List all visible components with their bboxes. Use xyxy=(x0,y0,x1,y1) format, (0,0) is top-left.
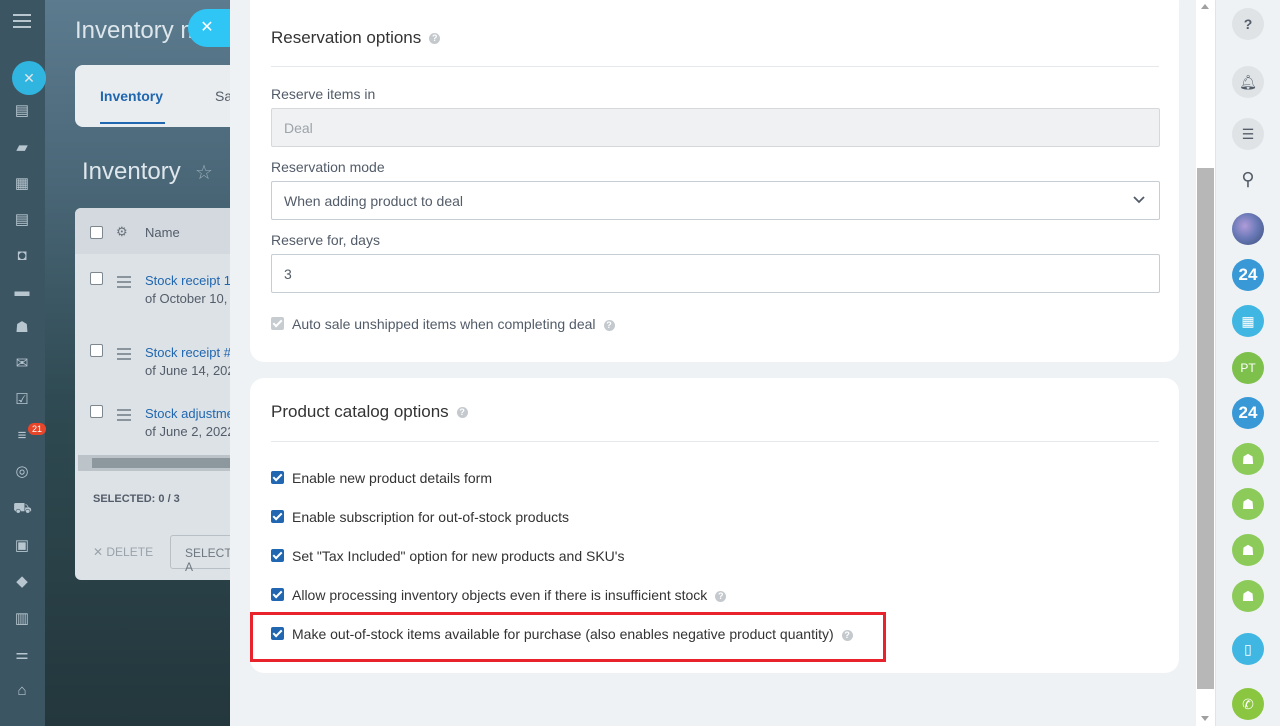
checkbox[interactable] xyxy=(271,549,284,562)
settings-icon[interactable]: ⚌ xyxy=(13,646,31,664)
row-checkbox[interactable] xyxy=(90,272,103,285)
group-chat-icon[interactable]: ☗ xyxy=(1232,443,1264,475)
document-icon[interactable]: ▤ xyxy=(13,211,31,229)
mail-icon[interactable]: ✉ xyxy=(13,355,31,373)
chat-icon[interactable]: ▰ xyxy=(13,139,31,157)
star-icon[interactable]: ☆ xyxy=(195,160,213,185)
robot-icon[interactable]: ◘ xyxy=(13,247,31,265)
reserve-days-input[interactable]: 3 xyxy=(271,254,1160,293)
row-title[interactable]: Stock receipt 1 xyxy=(145,273,231,288)
vertical-scrollbar[interactable] xyxy=(1196,0,1215,726)
bitrix24-chat-1[interactable]: 24 xyxy=(1232,259,1264,291)
reservation-mode-select[interactable]: When adding product to deal xyxy=(271,181,1160,220)
card-title: Product catalog options? xyxy=(271,402,468,422)
contacts-icon[interactable]: ☗ xyxy=(13,319,31,337)
card-title: Reservation options? xyxy=(271,28,441,48)
tab-inventory[interactable]: Inventory xyxy=(100,88,163,104)
help-icon[interactable]: ? xyxy=(429,33,441,45)
menu-icon[interactable] xyxy=(13,14,31,28)
cart-icon[interactable]: ⛟ xyxy=(13,500,32,518)
option-new-product-form[interactable]: Enable new product details form xyxy=(271,470,492,486)
schedule-icon[interactable]: ▦ xyxy=(13,175,31,193)
group-chat-icon[interactable]: ☗ xyxy=(1232,534,1264,566)
help-button[interactable]: ? xyxy=(1232,8,1264,40)
option-insufficient-stock[interactable]: Allow processing inventory objects even … xyxy=(271,587,727,603)
horizontal-scrollbar[interactable] xyxy=(78,455,235,471)
settings-panel: Reservation options? Reserve items in De… xyxy=(230,0,1215,726)
search-icon[interactable]: ⚲ xyxy=(1232,163,1264,195)
right-sidebar: ? 🔔︎ ☰ ⚲ 24 ▦ PT 24 ☗ ☗ ☗ ☗ ▯ ✆ xyxy=(1215,0,1280,726)
close-slider-button[interactable]: ✕ xyxy=(188,9,232,47)
row-date: of June 2, 2022 xyxy=(145,424,235,439)
chat-search-icon[interactable]: ☰ xyxy=(1232,118,1264,150)
row-title[interactable]: Stock receipt # xyxy=(145,345,231,360)
auto-sale-checkbox[interactable] xyxy=(271,317,284,330)
selected-counter: SELECTED: 0 / 3 xyxy=(93,493,180,505)
bell-icon[interactable]: 🔔︎ xyxy=(1232,66,1264,98)
scroll-thumb[interactable] xyxy=(1197,168,1214,689)
avatar[interactable] xyxy=(1232,213,1264,245)
counter-badge: 21 xyxy=(28,423,47,435)
row-date: of October 10, xyxy=(145,291,228,306)
row-checkbox[interactable] xyxy=(90,344,103,357)
id-card-icon[interactable]: ▣ xyxy=(13,537,31,555)
reservation-mode-label: Reservation mode xyxy=(271,159,385,175)
inventory-grid xyxy=(75,208,235,580)
apps-icon[interactable]: ▥ xyxy=(13,610,31,628)
page-title: Inventory xyxy=(82,158,181,185)
chevron-down-icon xyxy=(1133,196,1145,204)
calendar-chat-icon[interactable]: ▦ xyxy=(1232,305,1264,337)
reservation-options-card: Reservation options? Reserve items in De… xyxy=(250,0,1179,362)
highlight-box xyxy=(250,612,886,662)
checkbox[interactable] xyxy=(271,510,284,523)
scroll-up-icon[interactable] xyxy=(1201,4,1209,9)
group-chat-icon[interactable]: ☗ xyxy=(1232,580,1264,612)
tab-active-indicator xyxy=(100,122,165,124)
help-icon[interactable]: ? xyxy=(715,590,727,602)
drag-handle-icon[interactable] xyxy=(117,276,131,291)
group-chat-icon[interactable]: ☗ xyxy=(1232,488,1264,520)
checkbox[interactable] xyxy=(271,471,284,484)
drive-icon[interactable]: ▬ xyxy=(13,283,31,301)
help-icon[interactable]: ? xyxy=(456,407,468,419)
delete-button[interactable]: ✕ DELETE xyxy=(93,545,153,559)
avatar-pt[interactable]: PT xyxy=(1232,352,1264,384)
column-name[interactable]: Name xyxy=(145,225,180,240)
mobile-icon[interactable]: ▯ xyxy=(1232,633,1264,665)
row-title[interactable]: Stock adjustme xyxy=(145,406,234,421)
scroll-down-icon[interactable] xyxy=(1201,716,1209,721)
row-checkbox[interactable] xyxy=(90,405,103,418)
drag-handle-icon[interactable] xyxy=(117,409,131,424)
option-tax-included[interactable]: Set "Tax Included" option for new produc… xyxy=(271,548,624,564)
close-icon[interactable]: ✕ xyxy=(12,61,46,95)
background-title: Inventory m xyxy=(75,17,201,44)
target-icon[interactable]: ◎ xyxy=(13,463,31,481)
tasks-icon[interactable]: ☑ xyxy=(13,391,31,409)
gear-icon[interactable]: ⚙ xyxy=(116,224,128,240)
auto-sale-checkbox-row[interactable]: Auto sale unshipped items when completin… xyxy=(271,316,615,332)
box-icon[interactable]: ◆ xyxy=(13,573,31,591)
reserve-in-field: Deal xyxy=(271,108,1160,147)
reserve-days-label: Reserve for, days xyxy=(271,232,380,248)
reserve-in-label: Reserve items in xyxy=(271,86,376,102)
phone-icon[interactable]: ✆ xyxy=(1232,688,1264,720)
row-date: of June 14, 202 xyxy=(145,363,235,378)
bitrix24-chat-2[interactable]: 24 xyxy=(1232,397,1264,429)
drag-handle-icon[interactable] xyxy=(117,348,131,363)
left-sidebar: ▤ ▰ ▦ ▤ ◘ ▬ ☗ ✉ ☑ ≡ 21 ◎ ⛟ ▣ ◆ ▥ ⚌ ⌂ xyxy=(0,0,47,726)
checkbox[interactable] xyxy=(271,588,284,601)
help-icon[interactable]: ? xyxy=(603,319,615,331)
calendar-icon[interactable]: ▤ xyxy=(13,102,31,120)
company-icon[interactable]: ⌂ xyxy=(13,682,31,700)
option-subscription[interactable]: Enable subscription for out-of-stock pro… xyxy=(271,509,569,525)
select-all-checkbox[interactable] xyxy=(90,226,103,239)
